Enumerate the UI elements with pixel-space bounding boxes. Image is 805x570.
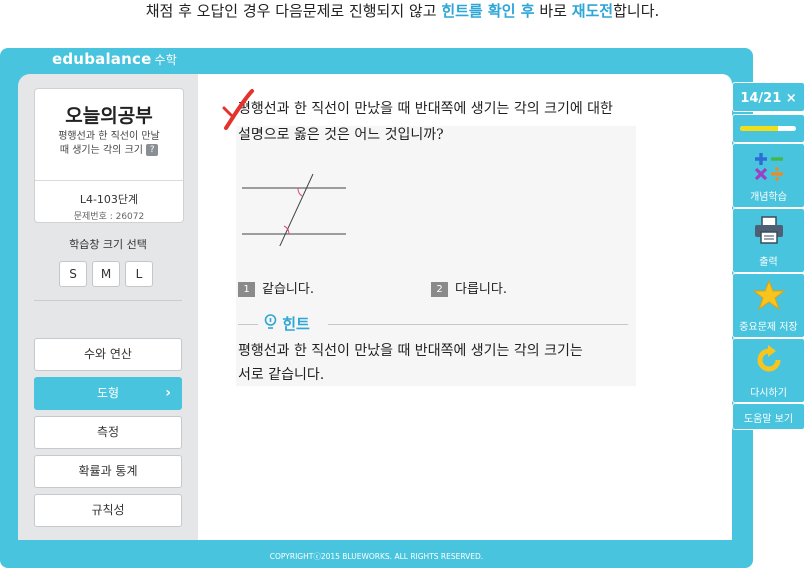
printer-icon — [755, 216, 783, 244]
menu-item-probability[interactable]: 확률과 통계 — [34, 455, 182, 488]
today-study-card: 오늘의공부 평행선과 한 직선이 만날 때 생기는 각의 크기 ? L4-103… — [34, 88, 184, 223]
hint-header: 힌트 — [264, 313, 310, 334]
counter-text: 14/21 — [740, 91, 782, 106]
math-operators-icon — [754, 153, 783, 181]
sidebar: 오늘의공부 평행선과 한 직선이 만날 때 생기는 각의 크기 ? L4-103… — [18, 74, 198, 540]
print-label: 출력 — [759, 257, 778, 268]
menu-item-geometry[interactable]: 도형 › — [34, 377, 182, 410]
menu-item-label: 도형 — [96, 386, 120, 400]
card-divider — [35, 180, 183, 181]
hint-line-2: 서로 같습니다. — [238, 367, 325, 383]
question-line-2: 설명으로 옳은 것은 어느 것입니까? — [238, 127, 444, 143]
hint-line-1: 평행선과 한 직선이 만났을 때 반대쪽에 생기는 각의 크기는 — [238, 343, 583, 359]
question-counter: 14/21 × — [732, 82, 805, 112]
caption-part-3: 합니다. — [613, 2, 660, 20]
size-small-button[interactable]: S — [59, 261, 87, 287]
choice-2[interactable]: 2 다릅니다. — [431, 278, 507, 297]
refresh-icon — [757, 345, 781, 372]
choice-2-text: 다릅니다. — [455, 282, 507, 297]
retry-label: 다시하기 — [750, 388, 787, 399]
logo-text: edubalance — [52, 50, 152, 68]
progress-panel — [732, 114, 805, 143]
sidebar-divider — [34, 300, 182, 301]
help-label: 도움말 보기 — [743, 414, 794, 425]
menu-item-measurement[interactable]: 측정 — [34, 416, 182, 449]
counter-display: 14/21 × — [733, 91, 804, 106]
topic-description: 평행선과 한 직선이 만날 때 생기는 각의 크기 ? — [43, 130, 175, 158]
question-text: 평행선과 한 직선이 만났을 때 반대쪽에 생기는 각의 크기에 대한 설명으로… — [238, 96, 648, 148]
caption-part-2: 바로 — [534, 2, 572, 20]
hint-text: 평행선과 한 직선이 만났을 때 반대쪽에 생기는 각의 크기는 서로 같습니다… — [238, 339, 638, 387]
hint-title: 힌트 — [282, 315, 310, 333]
caption-highlight-hint: 힌트를 확인 후 — [441, 2, 535, 20]
concept-learning-button[interactable]: 개념학습 — [732, 143, 805, 208]
star-icon — [753, 280, 785, 310]
problem-number: 문제번호 : 26072 — [73, 212, 145, 222]
lightbulb-icon — [264, 314, 277, 329]
copyright-footer: COPYRIGHTⓒ2015 BLUEWORKS. ALL RIGHTS RES… — [269, 552, 484, 561]
hint-divider-left — [238, 324, 258, 325]
logo-subject: 수학 — [154, 53, 177, 67]
parallel-lines-diagram — [242, 173, 346, 246]
question-line-1: 평행선과 한 직선이 만났을 때 반대쪽에 생기는 각의 크기에 대한 — [238, 101, 613, 117]
print-button[interactable]: 출력 — [732, 208, 805, 273]
question-area: 평행선과 한 직선이 만났을 때 반대쪽에 생기는 각의 크기에 대한 설명으로… — [198, 74, 732, 540]
menu-item-label: 측정 — [96, 425, 120, 439]
retry-button[interactable]: 다시하기 — [732, 338, 805, 403]
save-important-button[interactable]: 중요문제 저장 — [732, 273, 805, 338]
chevron-right-icon: › — [165, 385, 171, 401]
caption-highlight-retry: 재도전 — [571, 2, 614, 20]
menu-item-label: 수와 연산 — [84, 347, 132, 361]
choice-1[interactable]: 1 같습니다. — [238, 278, 314, 297]
instruction-caption: 채점 후 오답인 경우 다음문제로 진행되지 않고 힌트를 확인 후 바로 재도… — [0, 0, 805, 22]
concept-learning-label: 개념학습 — [750, 192, 787, 203]
close-icon[interactable]: × — [786, 91, 797, 106]
topic-desc-line-1: 평행선과 한 직선이 만날 — [58, 131, 160, 142]
hint-divider-right — [328, 324, 628, 325]
lesson-code: L4-103단계 — [79, 193, 139, 206]
wrong-answer-mark-icon — [222, 89, 254, 130]
progress-bar-fill — [740, 126, 778, 131]
today-study-title: 오늘의공부 — [65, 105, 153, 127]
caption-part-1: 채점 후 오답인 경우 다음문제로 진행되지 않고 — [145, 2, 442, 20]
choice-2-number: 2 — [431, 282, 448, 297]
help-question-icon[interactable]: ? — [146, 144, 159, 156]
help-button[interactable]: 도움말 보기 — [732, 403, 805, 430]
menu-item-numbers[interactable]: 수와 연산 — [34, 338, 182, 371]
window-size-label: 학습창 크기 선택 — [69, 238, 147, 251]
app-logo: edubalance 수학 — [52, 50, 177, 68]
size-large-button[interactable]: L — [125, 261, 153, 287]
menu-item-patterns[interactable]: 규칙성 — [34, 494, 182, 527]
size-medium-button[interactable]: M — [92, 261, 120, 287]
menu-item-label: 규칙성 — [91, 503, 125, 517]
choice-1-number: 1 — [238, 282, 255, 297]
menu-item-label: 확률과 통계 — [78, 464, 138, 478]
save-important-label: 중요문제 저장 — [739, 322, 798, 333]
choice-1-text: 같습니다. — [262, 282, 314, 297]
progress-bar — [740, 126, 796, 131]
topic-desc-line-2: 때 생기는 각의 크기 — [59, 145, 143, 156]
